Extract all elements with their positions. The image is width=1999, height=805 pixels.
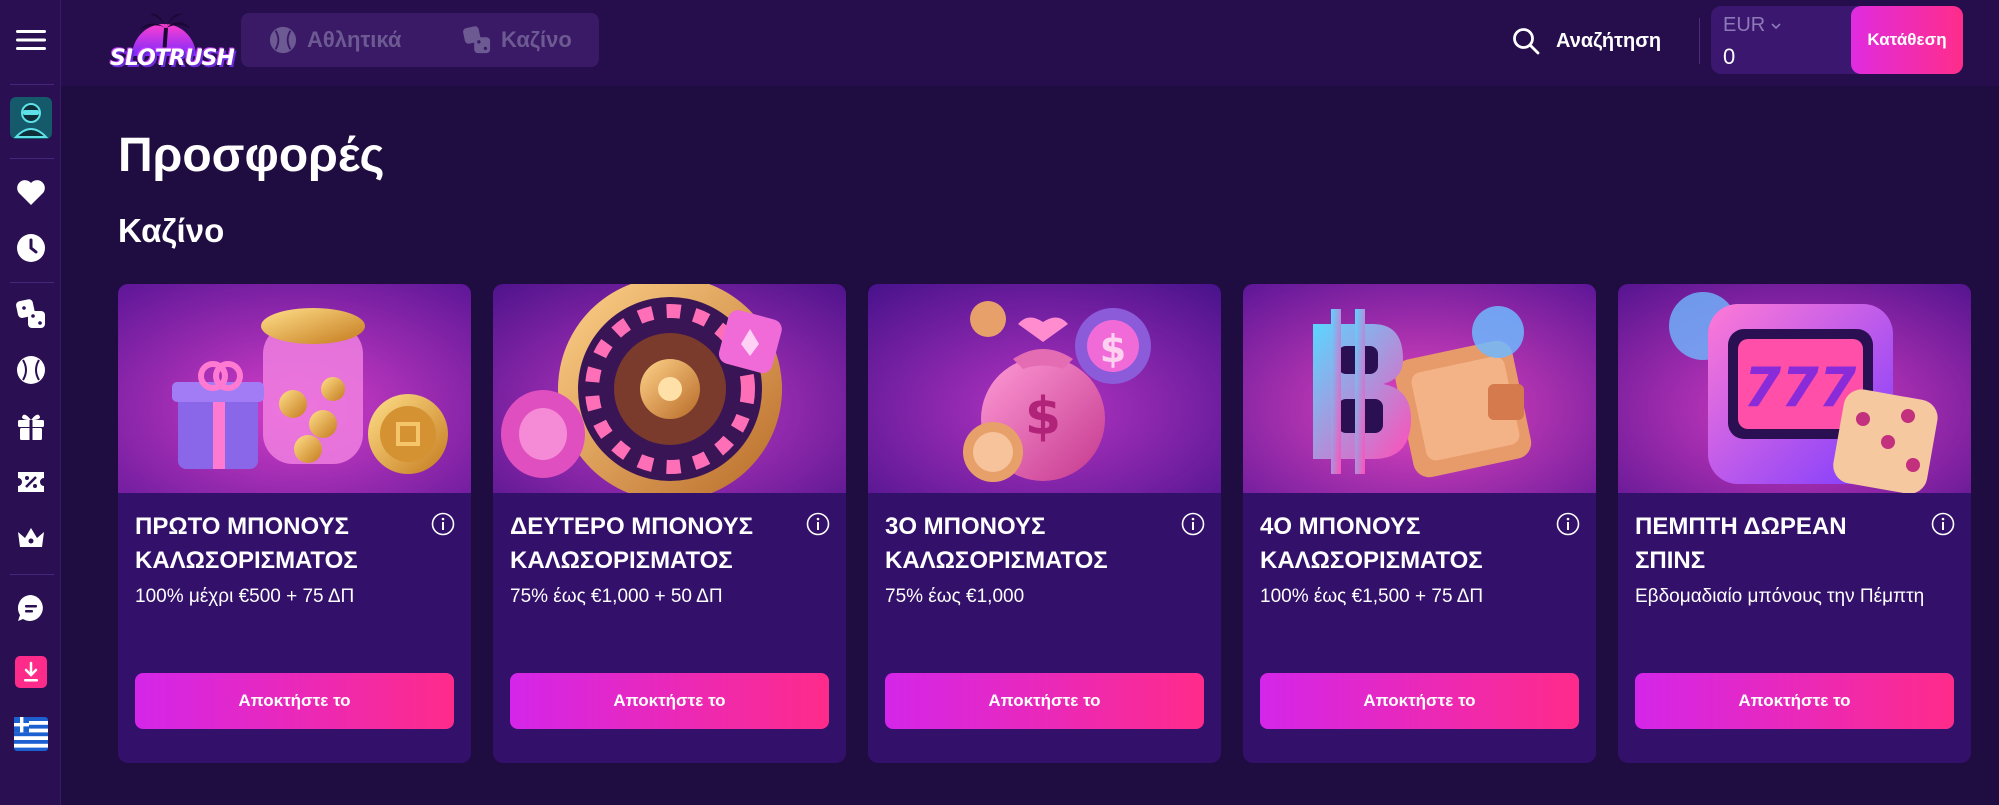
promo-subtitle: 75% έως €1,000 — [885, 586, 1025, 607]
currency-selector[interactable]: EUR — [1723, 14, 1781, 37]
claim-button[interactable]: Αποκτήστε το — [1260, 673, 1579, 729]
gift-and-coin-jar-image — [118, 284, 471, 493]
promo-card: $ $ 3Ο ΜΠΟΝΟΥΣ ΚΑΛΩΣΟΡΙΣΜΑΤΟΣ 75% έως €1… — [868, 284, 1221, 763]
claim-button[interactable]: Αποκτήστε το — [510, 673, 829, 729]
promo-subtitle: 75% έως €1,000 + 50 ΔΠ — [510, 586, 723, 607]
header-divider — [1699, 18, 1700, 64]
download-icon — [14, 656, 47, 688]
sidebar-item-download-app[interactable] — [0, 650, 61, 694]
roulette-wheel-image — [493, 284, 846, 493]
tab-sports[interactable]: Αθλητικά — [269, 13, 401, 67]
sidebar-divider — [10, 158, 54, 159]
sidebar-divider — [10, 574, 54, 575]
sidebar-item-vip[interactable] — [0, 516, 61, 560]
info-icon[interactable] — [1556, 512, 1580, 536]
info-icon[interactable] — [806, 512, 830, 536]
promo-title-line1: ΔΕΥΤΕΡΟ ΜΠΟΝΟΥΣ — [510, 513, 754, 540]
promo-title: 4Ο ΜΠΟΝΟΥΣ ΚΑΛΩΣΟΡΙΣΜΑΤΟΣ — [1260, 510, 1550, 578]
slot-machine-and-dice-image: 777 — [1618, 284, 1971, 493]
logo[interactable]: SLOTRUSH — [110, 6, 235, 76]
ticket-icon — [17, 472, 44, 492]
sidebar-item-language[interactable] — [0, 712, 61, 756]
money-bag-and-coins-image: $ $ — [868, 284, 1221, 493]
promo-title-line2: ΚΑΛΩΣΟΡΙΣΜΑΤΟΣ — [135, 547, 358, 574]
promo-title-line2: ΚΑΛΩΣΟΡΙΣΜΑΤΟΣ — [1260, 547, 1483, 574]
dice-icon — [463, 26, 491, 54]
claim-button[interactable]: Αποκτήστε το — [135, 673, 454, 729]
heart-icon — [16, 180, 45, 205]
promo-title-line2: ΚΑΛΩΣΟΡΙΣΜΑΤΟΣ — [510, 547, 733, 574]
chat-icon — [17, 594, 43, 621]
sidebar — [0, 0, 61, 805]
tab-casino-label: Καζίνο — [501, 27, 572, 52]
sidebar-divider — [10, 282, 54, 283]
promo-title: 3Ο ΜΠΟΝΟΥΣ ΚΑΛΩΣΟΡΙΣΜΑΤΟΣ — [885, 510, 1175, 578]
info-icon[interactable] — [1931, 512, 1955, 536]
promo-card: 4Ο ΜΠΟΝΟΥΣ ΚΑΛΩΣΟΡΙΣΜΑΤΟΣ 100% έως €1,50… — [1243, 284, 1596, 763]
avatar[interactable] — [0, 94, 61, 142]
promo-card: 777 ΠΕΜΠΤΗ ΔΩΡΕΑΝ ΣΠΙΝΣ Εβδομαδιαίο μπόν… — [1618, 284, 1971, 763]
svg-text:$: $ — [1100, 327, 1126, 371]
promo-title: ΔΕΥΤΕΡΟ ΜΠΟΝΟΥΣ ΚΑΛΩΣΟΡΙΣΜΑΤΟΣ — [510, 510, 800, 578]
page-title: Προσφορές — [118, 129, 385, 182]
sidebar-item-sports[interactable] — [0, 348, 61, 392]
gift-icon — [17, 414, 44, 440]
avatar-icon — [9, 97, 52, 139]
sidebar-item-recent[interactable] — [0, 226, 61, 270]
deposit-button[interactable]: Κατάθεση — [1851, 6, 1963, 74]
section-title: Καζίνο — [118, 212, 225, 249]
promo-title-line1: 3Ο ΜΠΟΝΟΥΣ — [885, 513, 1046, 540]
menu-button[interactable] — [0, 18, 61, 62]
product-tabs: Αθλητικά Καζίνο — [241, 13, 599, 67]
svg-text:$: $ — [1025, 387, 1061, 447]
sidebar-item-support[interactable] — [0, 586, 61, 630]
baseball-icon — [16, 356, 45, 384]
promo-subtitle: 100% μέχρι €500 + 75 ΔΠ — [135, 586, 355, 607]
crown-icon — [17, 528, 44, 547]
promo-title-line2: ΣΠΙΝΣ — [1635, 547, 1706, 574]
dice-icon — [15, 299, 45, 328]
greek-flag-icon — [13, 717, 48, 751]
promo-title: ΠΕΜΠΤΗ ΔΩΡΕΑΝ ΣΠΙΝΣ — [1635, 510, 1925, 578]
sidebar-divider — [10, 84, 54, 85]
search-label: Αναζήτηση — [1556, 29, 1662, 52]
balance-value: 0 — [1723, 44, 1736, 69]
promo-title: ΠΡΩΤΟ ΜΠΟΝΟΥΣ ΚΑΛΩΣΟΡΙΣΜΑΤΟΣ — [135, 510, 425, 578]
menu-icon — [15, 30, 46, 50]
promo-subtitle: Εβδομαδιαίο μπόνους την Πέμπτη — [1635, 586, 1925, 607]
claim-button[interactable]: Αποκτήστε το — [1635, 673, 1954, 729]
baseball-icon — [269, 26, 297, 54]
info-icon[interactable] — [1181, 512, 1205, 536]
search-icon — [1513, 28, 1540, 55]
promo-title-line1: ΠΕΜΠΤΗ ΔΩΡΕΑΝ — [1635, 513, 1847, 540]
wallet[interactable]: EUR 0 Κατάθεση — [1711, 6, 1963, 74]
logo-text: SLOTRUSH — [110, 46, 235, 71]
tab-casino[interactable]: Καζίνο — [463, 13, 572, 67]
sidebar-item-promotions[interactable] — [0, 404, 61, 448]
sidebar-item-casino[interactable] — [0, 292, 61, 336]
promo-card: ΔΕΥΤΕΡΟ ΜΠΟΝΟΥΣ ΚΑΛΩΣΟΡΙΣΜΑΤΟΣ 75% έως €… — [493, 284, 846, 763]
svg-text:777: 777 — [1744, 356, 1857, 419]
currency-label: EUR — [1723, 14, 1766, 36]
search-button[interactable]: Αναζήτηση — [1512, 22, 1661, 60]
claim-button[interactable]: Αποκτήστε το — [885, 673, 1204, 729]
info-icon[interactable] — [431, 512, 455, 536]
clock-icon — [16, 234, 45, 262]
promo-card: ΠΡΩΤΟ ΜΠΟΝΟΥΣ ΚΑΛΩΣΟΡΙΣΜΑΤΟΣ 100% μέχρι … — [118, 284, 471, 763]
bitcoin-and-wallet-image — [1243, 284, 1596, 493]
promo-subtitle: 100% έως €1,500 + 75 ΔΠ — [1260, 586, 1484, 607]
chevron-down-icon — [1771, 22, 1781, 29]
promo-title-line1: ΠΡΩΤΟ ΜΠΟΝΟΥΣ — [135, 513, 349, 540]
tab-sports-label: Αθλητικά — [307, 27, 402, 52]
promo-title-line2: ΚΑΛΩΣΟΡΙΣΜΑΤΟΣ — [885, 547, 1108, 574]
promo-title-line1: 4Ο ΜΠΟΝΟΥΣ — [1260, 513, 1421, 540]
sidebar-item-bonus-code[interactable] — [0, 460, 61, 504]
sidebar-item-favorites[interactable] — [0, 170, 61, 214]
